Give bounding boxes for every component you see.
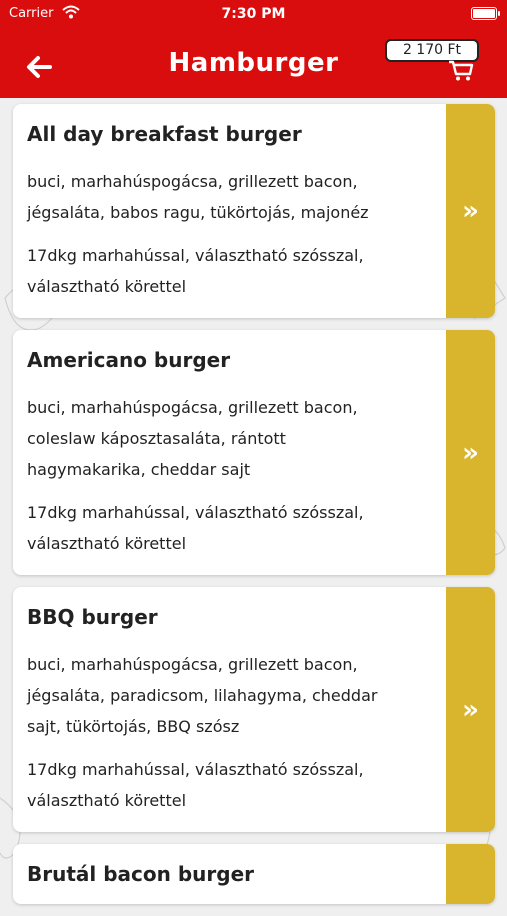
shopping-cart-icon[interactable] — [448, 60, 474, 82]
product-ingredients: buci, marhahúspogácsa, grillezett bacon,… — [27, 172, 369, 222]
clock: 7:30 PM — [221, 6, 286, 22]
product-details: 17dkg marhahússal, választható szósszal,… — [27, 246, 364, 296]
product-details: 17dkg marhahússal, választható szósszal,… — [27, 760, 364, 810]
product-name: All day breakfast burger — [27, 122, 302, 146]
battery-icon — [471, 7, 500, 20]
product-list: All day breakfast burger buci, marhahúsp… — [13, 104, 495, 916]
product-ingredients: buci, marhahúspogácsa, grillezett bacon,… — [27, 655, 378, 736]
product-ingredients: buci, marhahúspogácsa, grillezett bacon,… — [27, 398, 358, 479]
double-chevron-right-icon: » — [462, 694, 479, 725]
product-name: Americano burger — [27, 348, 231, 372]
cart-total-badge[interactable]: 2 170 Ft — [385, 39, 479, 62]
product-card[interactable]: Brutál bacon burger — [13, 844, 495, 904]
product-card[interactable]: All day breakfast burger buci, marhahúsp… — [13, 104, 495, 318]
product-name: Brutál bacon burger — [27, 862, 254, 886]
product-details: 17dkg marhahússal, választható szósszal,… — [27, 503, 364, 553]
open-product-button[interactable]: » — [446, 587, 495, 832]
open-product-button[interactable]: » — [446, 330, 495, 575]
product-card[interactable]: BBQ burger buci, marhahúspogácsa, grille… — [13, 587, 495, 832]
product-name: BBQ burger — [27, 605, 158, 629]
status-bar: Carrier 7:30 PM — [0, 0, 507, 28]
double-chevron-right-icon: » — [462, 437, 479, 468]
double-chevron-right-icon: » — [462, 196, 479, 226]
open-product-button[interactable] — [446, 844, 495, 904]
open-product-button[interactable]: » — [446, 104, 495, 318]
product-card[interactable]: Americano burger buci, marhahúspogácsa, … — [13, 330, 495, 575]
app-header: Carrier 7:30 PM Hamburger 2 170 Ft — [0, 0, 507, 98]
